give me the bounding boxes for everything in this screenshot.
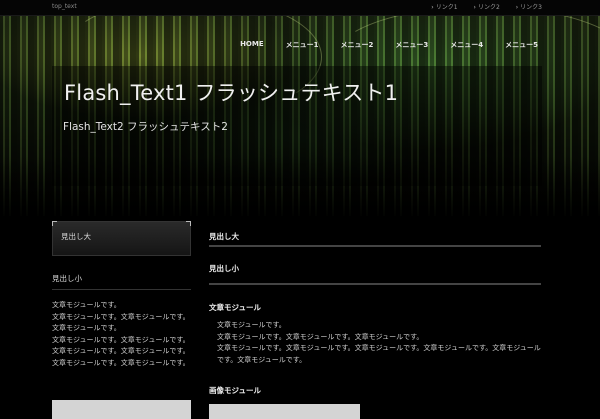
main-nav: HOME メニュー1 メニュー2 メニュー3 メニュー4 メニュー5 bbox=[240, 40, 538, 50]
main-heading-small: 見出し小 bbox=[209, 264, 239, 273]
text-module-heading: 文章モジュール bbox=[209, 303, 261, 312]
main-divider bbox=[209, 245, 541, 247]
sidebar-text-module: 文章モジュールです。 文章モジュールです。文章モジュールです。文章モジュールです… bbox=[52, 300, 191, 370]
top-link-2-label: リンク2 bbox=[477, 4, 500, 11]
main-text-module: 文章モジュールです。 文章モジュールです。文章モジュールです。文章モジュールです… bbox=[217, 320, 543, 366]
main-text-line: 文章モジュールです。 bbox=[217, 321, 286, 329]
nav-item-menu2[interactable]: メニュー2 bbox=[341, 40, 374, 50]
main-image-placeholder bbox=[209, 404, 360, 419]
main-text-line: 文章モジュールです。文章モジュールです。文章モジュールです。 bbox=[217, 332, 424, 341]
nav-item-menu3[interactable]: メニュー3 bbox=[395, 40, 428, 50]
top-bar: top_text › リンク1 › リンク2 › リンク3 bbox=[0, 0, 600, 16]
arrow-icon: › bbox=[431, 4, 434, 11]
top-link-1[interactable]: › リンク1 bbox=[431, 2, 457, 11]
top-link-1-label: リンク1 bbox=[435, 4, 458, 11]
sidebar-heading-small: 見出し小 bbox=[52, 274, 82, 283]
top-link-3-label: リンク3 bbox=[520, 4, 542, 11]
sidebar-text-line: 文章モジュールです。文章モジュールです。文章モジュールです。 bbox=[52, 312, 190, 333]
arrow-icon: › bbox=[515, 4, 519, 11]
sidebar-heading-large: 見出し大 bbox=[61, 232, 91, 241]
sidebar-divider bbox=[52, 289, 191, 290]
corner-mark bbox=[52, 221, 57, 226]
top-links: › リンク1 › リンク2 › リンク3 bbox=[431, 2, 542, 11]
flash-text-1: Flash_Text1 フラッシュテキスト1 bbox=[64, 81, 399, 105]
top-text: top_text bbox=[52, 3, 77, 10]
flash-text-2: Flash_Text2 フラッシュテキスト2 bbox=[63, 121, 228, 133]
sidebar-text-line: 文章モジュールです。 bbox=[52, 301, 121, 309]
nav-item-menu5[interactable]: メニュー5 bbox=[505, 40, 538, 50]
image-module-heading: 画像モジュール bbox=[209, 386, 261, 395]
main-text-line: 文章モジュールです。文章モジュールです。文章モジュールです。文章モジュールです。… bbox=[217, 344, 541, 364]
top-link-2[interactable]: › リンク2 bbox=[474, 2, 500, 11]
main-heading-large: 見出し大 bbox=[209, 232, 239, 241]
corner-mark bbox=[186, 221, 191, 226]
top-link-3[interactable]: › リンク3 bbox=[516, 2, 542, 11]
nav-item-home[interactable]: HOME bbox=[240, 40, 264, 50]
sidebar-text-line: 文章モジュールです。文章モジュールです。文章モジュールです。文章モジュールです。… bbox=[52, 335, 190, 367]
main-divider bbox=[209, 283, 541, 285]
sidebar-image-placeholder bbox=[52, 400, 191, 419]
nav-item-menu1[interactable]: メニュー1 bbox=[286, 40, 319, 50]
nav-item-menu4[interactable]: メニュー4 bbox=[450, 40, 483, 50]
arrow-icon: › bbox=[473, 4, 476, 11]
